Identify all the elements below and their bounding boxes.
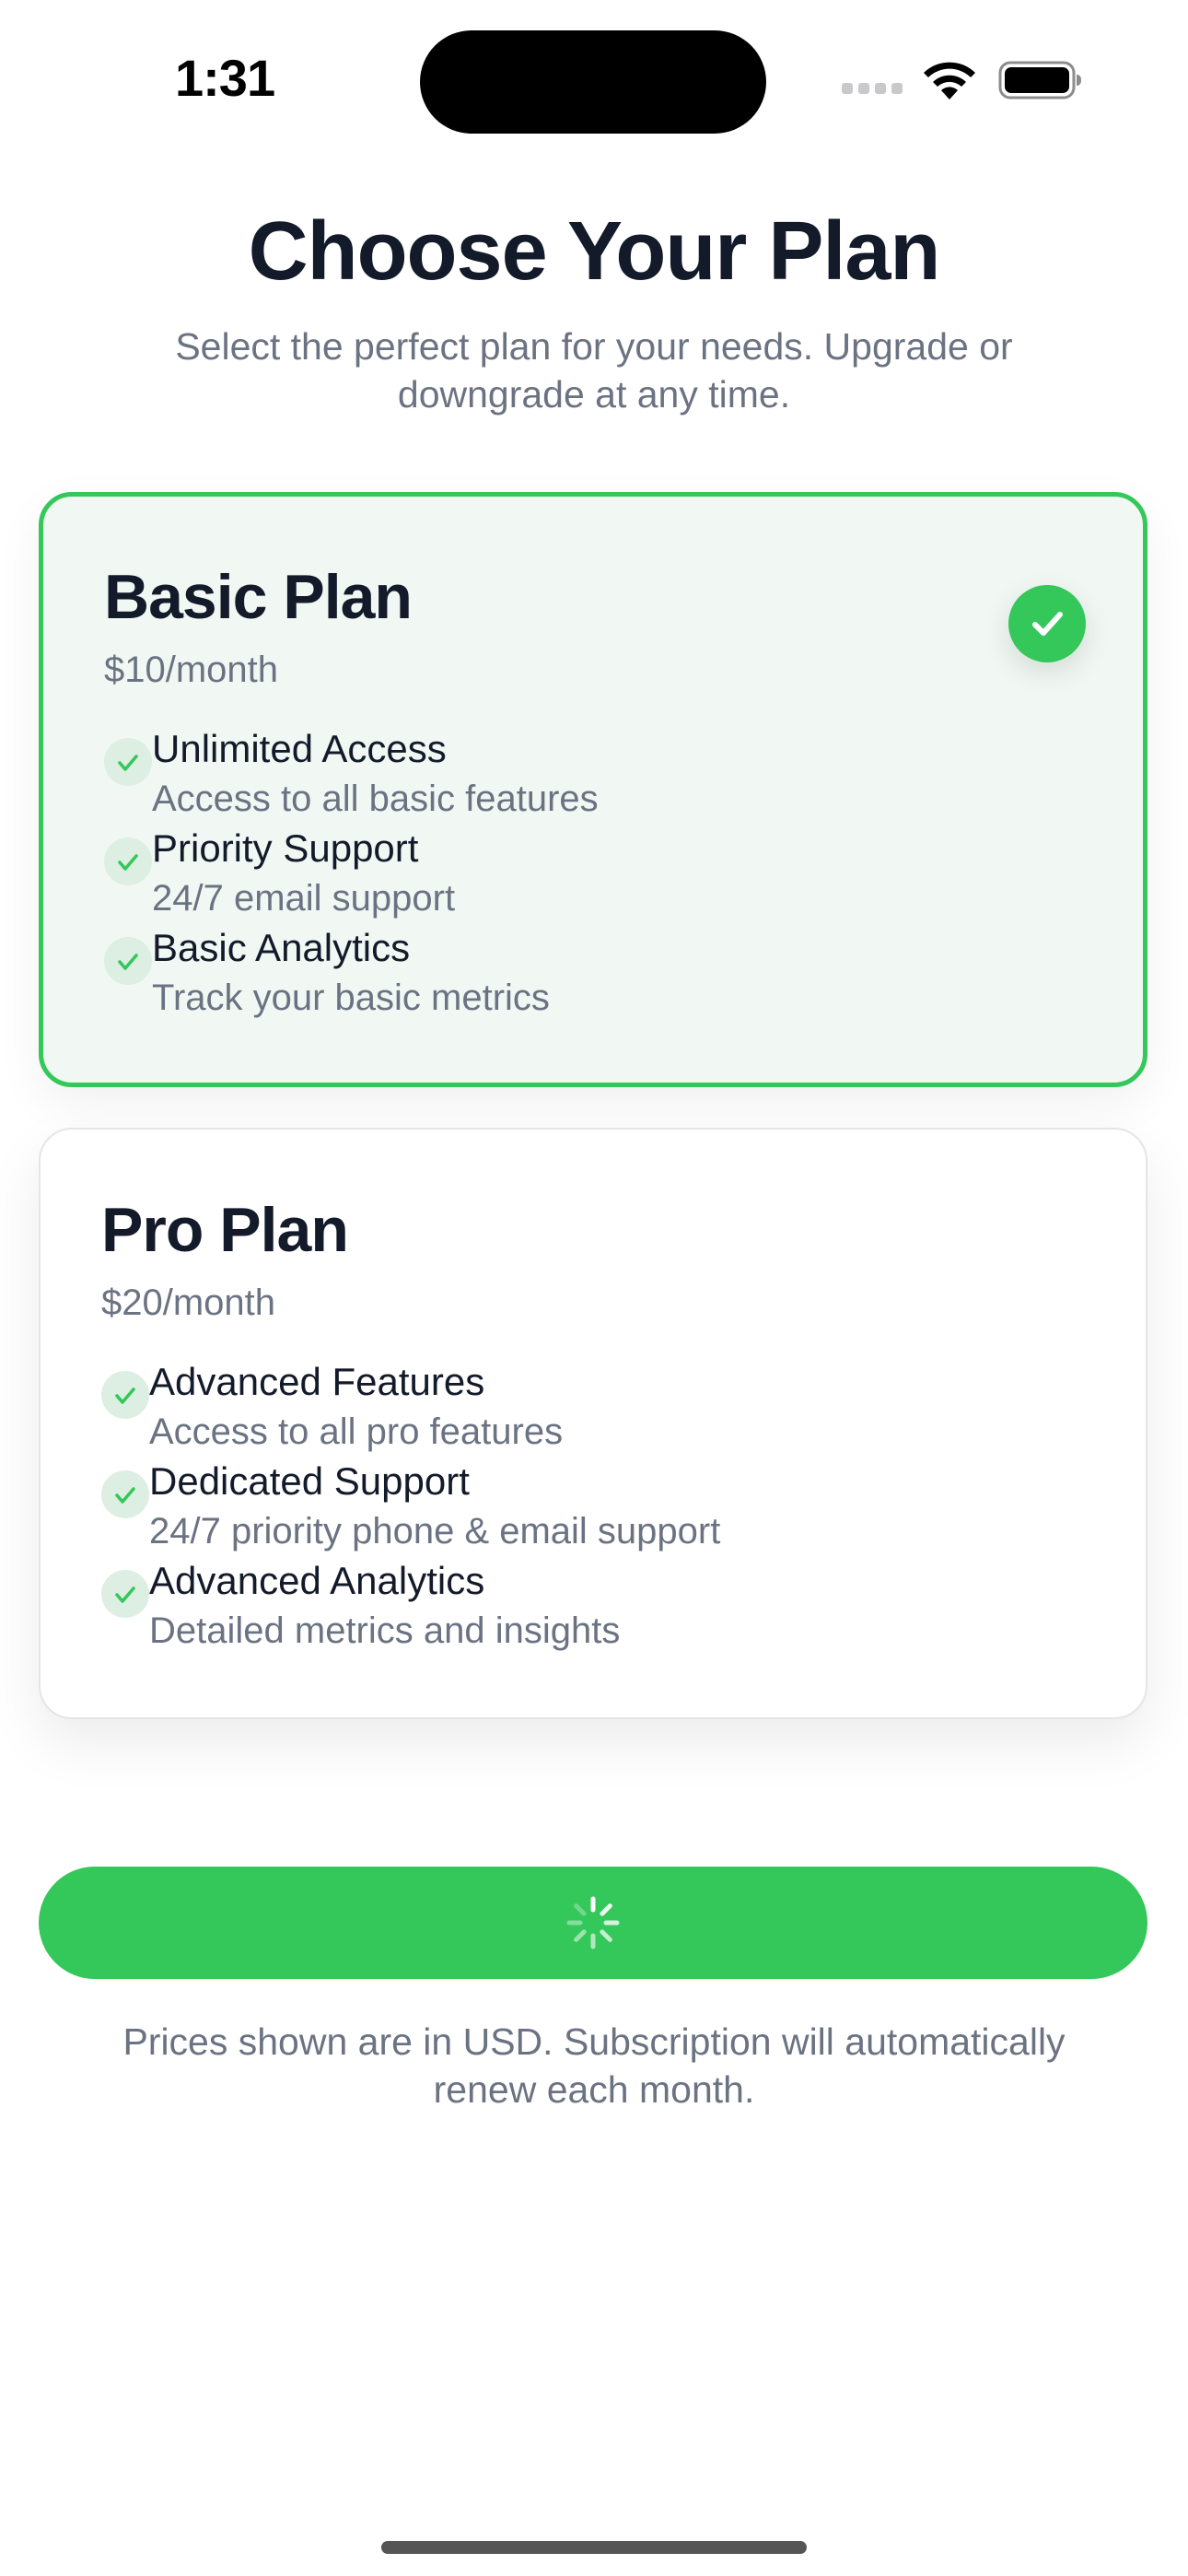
wifi-icon [924, 62, 975, 100]
feature-title: Priority Support [152, 826, 419, 870]
selected-checkmark-icon [1008, 585, 1086, 662]
subscribe-button[interactable] [39, 1867, 1147, 1979]
feature-description: Access to all pro features [149, 1411, 564, 1452]
feature-list: Unlimited Access Access to all basic fea… [104, 727, 1080, 1025]
feature-title: Advanced Analytics [149, 1559, 485, 1602]
feature-item: Dedicated Support 24/7 priority phone & … [101, 1459, 1077, 1559]
plan-card-pro[interactable]: Pro Plan $20/month Advanced Features Acc… [39, 1128, 1147, 1719]
feature-title: Dedicated Support [149, 1459, 470, 1503]
check-icon [101, 1371, 149, 1419]
status-bar: 1:31 [0, 0, 1188, 147]
feature-description: 24/7 email support [152, 878, 456, 919]
check-icon [101, 1470, 149, 1518]
feature-title: Advanced Features [149, 1360, 485, 1403]
feature-item: Advanced Features Access to all pro feat… [101, 1360, 1077, 1459]
cellular-signal-icon [842, 83, 904, 96]
pricing-disclaimer: Prices shown are in USD. Subscription wi… [122, 2020, 1066, 2111]
feature-description: 24/7 priority phone & email support [149, 1511, 721, 1551]
feature-title: Unlimited Access [152, 727, 447, 770]
dynamic-island [420, 30, 766, 134]
spinner-icon [566, 1896, 620, 1950]
check-icon [104, 738, 152, 786]
feature-description: Detailed metrics and insights [149, 1610, 621, 1651]
feature-title: Basic Analytics [152, 926, 411, 969]
feature-item: Advanced Analytics Detailed metrics and … [101, 1559, 1077, 1658]
battery-icon [998, 61, 1081, 100]
page-subtitle: Select the perfect plan for your needs. … [175, 325, 1013, 416]
status-time: 1:31 [175, 49, 275, 107]
plan-name: Pro Plan [101, 1195, 349, 1265]
check-icon [104, 937, 152, 985]
feature-description: Access to all basic features [152, 779, 599, 819]
feature-item: Basic Analytics Track your basic metrics [104, 926, 1080, 1025]
feature-item: Unlimited Access Access to all basic fea… [104, 727, 1080, 826]
plan-card-basic[interactable]: Basic Plan $10/month Unlimited Access Ac… [39, 492, 1147, 1087]
plan-name: Basic Plan [104, 562, 413, 632]
feature-item: Priority Support 24/7 email support [104, 826, 1080, 926]
plan-selection-screen: 1:31 Choose Your Plan Select the perfect… [0, 0, 1188, 2576]
page-title: Choose Your Plan [248, 205, 941, 298]
plan-price: $10/month [104, 650, 279, 690]
check-icon [104, 837, 152, 885]
home-indicator[interactable] [381, 2541, 807, 2554]
plan-price: $20/month [101, 1282, 276, 1323]
check-icon [101, 1570, 149, 1618]
feature-description: Track your basic metrics [152, 978, 550, 1018]
feature-list: Advanced Features Access to all pro feat… [101, 1360, 1077, 1658]
